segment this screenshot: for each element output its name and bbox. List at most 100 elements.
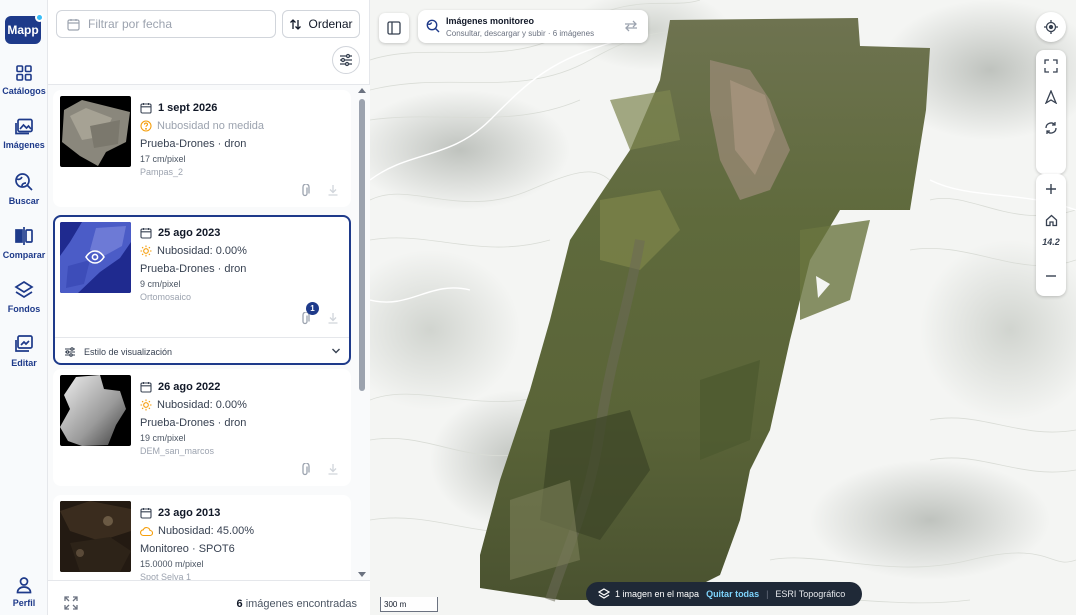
clear-all-link[interactable]: Quitar todas [706,589,759,599]
rail-label: Imágenes [3,140,45,150]
image-thumbnail [60,222,131,293]
map-tools-group [1036,50,1066,174]
image-card-selected[interactable]: 25 ago 2023 Nubosidad: 0.00% Prueba-Dron… [53,215,351,365]
app-logo-text: Mapp [7,23,39,37]
person-icon [16,577,32,594]
card-resolution: 9 cm/pixel [140,279,181,289]
card-name: Ortomosaico [140,292,192,302]
card-cloud-text: Nubosidad no medida [157,120,265,132]
card-resolution: 19 cm/pixel [140,433,186,443]
image-list: 1 sept 2026 Nubosidad no medida Prueba-D… [48,85,370,580]
basemap-selector[interactable]: ESRI Topográfico [775,589,845,599]
home-icon [1045,214,1057,226]
card-date: 26 ago 2022 [140,381,220,393]
minus-icon [1046,275,1056,277]
layer-subtitle: Consultar, descargar y subir · 6 imágene… [446,29,595,38]
card-date: 1 sept 2026 [140,102,217,114]
sidebar-toggle-icon [387,21,401,35]
zoom-in-button[interactable] [1036,174,1066,204]
rail-item-editar[interactable]: Editar [0,334,48,382]
locate-button[interactable] [1036,12,1066,42]
card-project: Prueba-Drones · dron [140,417,247,429]
card-cloudiness: Nubosidad: 45.00% [140,525,254,537]
zoom-controls: 14.2 [1036,174,1066,296]
card-cloudiness: Nubosidad: 0.00% [140,399,247,411]
results-count-suffix: imágenes encontradas [242,598,357,610]
zoom-level: 14.2 [1042,237,1060,247]
image-thumbnail [60,375,131,446]
edit-image-icon [15,335,33,352]
rail-label: Fondos [7,304,41,314]
expand-icon[interactable] [64,596,78,610]
date-filter-input[interactable]: Filtrar por fecha [56,10,276,38]
pill-separator: | [766,589,769,599]
rail-item-fondos[interactable]: Fondos [0,280,48,328]
rail-item-imagenes[interactable]: Imágenes [0,118,48,166]
scroll-up-arrow[interactable] [358,87,366,94]
tune-icon [65,346,75,357]
cloud-icon [140,526,153,536]
scroll-down-arrow[interactable] [358,571,366,578]
panel-footer: 6 imágenes encontradas [48,580,370,615]
map-canvas [370,0,1076,604]
visualization-style-label: Estilo de visualización [84,346,173,357]
card-cloudiness: Nubosidad no medida [140,120,264,132]
search-globe-icon [426,19,440,33]
calendar-icon [140,228,152,239]
download-icon[interactable] [327,312,339,324]
card-date-text: 26 ago 2022 [158,381,221,393]
card-date: 25 ago 2023 [140,227,220,239]
compass-icon[interactable] [1044,90,1058,104]
list-scrollbar[interactable] [358,87,366,577]
visualization-style-toggle[interactable]: Estilo de visualización [55,337,349,365]
sun-icon [140,245,152,257]
paperclip-icon[interactable] [299,184,311,198]
paperclip-icon[interactable] [299,463,311,477]
help-circle-icon [140,120,152,132]
locate-icon [1044,20,1058,34]
grid-icon [16,65,32,81]
layers-icon [598,588,610,599]
date-filter-placeholder: Filtrar por fecha [88,17,173,31]
card-project: Prueba-Drones · dron [140,263,247,275]
sort-button[interactable]: Ordenar [282,10,360,38]
app-logo[interactable]: Mapp [5,13,44,44]
rail-label: Perfil [12,598,36,608]
images-icon [15,118,33,135]
plus-icon [1046,184,1056,194]
card-date: 23 ago 2013 [140,507,220,519]
sort-icon [290,18,302,30]
tune-icon [340,53,352,67]
image-card[interactable]: 1 sept 2026 Nubosidad no medida Prueba-D… [53,90,351,207]
toggle-panel-button[interactable] [379,13,409,43]
eye-icon [85,250,105,264]
left-rail: Mapp Catálogos Imágenes Buscar Comparar … [0,0,48,615]
card-cloud-text: Nubosidad: 45.00% [158,525,255,537]
download-icon[interactable] [327,184,339,196]
download-icon[interactable] [327,463,339,475]
rail-label: Buscar [8,196,40,206]
rail-item-buscar[interactable]: Buscar [0,172,48,220]
active-layer-card[interactable]: Imágenes monitoreo Consultar, descargar … [418,10,648,43]
card-cloudiness: Nubosidad: 0.00% [140,245,247,257]
filters-button[interactable] [332,46,360,74]
layers-icon [14,280,34,299]
rail-item-comparar[interactable]: Comparar [0,226,48,274]
image-card[interactable]: 23 ago 2013 Nubosidad: 45.00% Monitoreo … [53,495,351,580]
rotate-3d-icon[interactable] [1044,121,1058,135]
rail-item-perfil[interactable]: Perfil [0,576,48,615]
home-button[interactable] [1036,204,1066,236]
swap-icon[interactable] [624,20,638,32]
card-date-text: 23 ago 2013 [158,507,221,519]
scroll-thumb[interactable] [359,99,365,391]
image-card[interactable]: 26 ago 2022 Nubosidad: 0.00% Prueba-Dron… [53,369,351,486]
layer-title: Imágenes monitoreo [446,16,535,26]
map-view[interactable]: Imágenes monitoreo Consultar, descargar … [370,0,1076,615]
rail-item-catalogos[interactable]: Catálogos [0,64,48,112]
zoom-out-button[interactable] [1036,258,1066,294]
card-resolution: 17 cm/pixel [140,154,186,164]
fullscreen-icon[interactable] [1044,59,1058,73]
rail-label: Comparar [2,250,46,260]
results-count: 6 imágenes encontradas [237,598,357,610]
card-name: Pampas_2 [140,167,184,177]
